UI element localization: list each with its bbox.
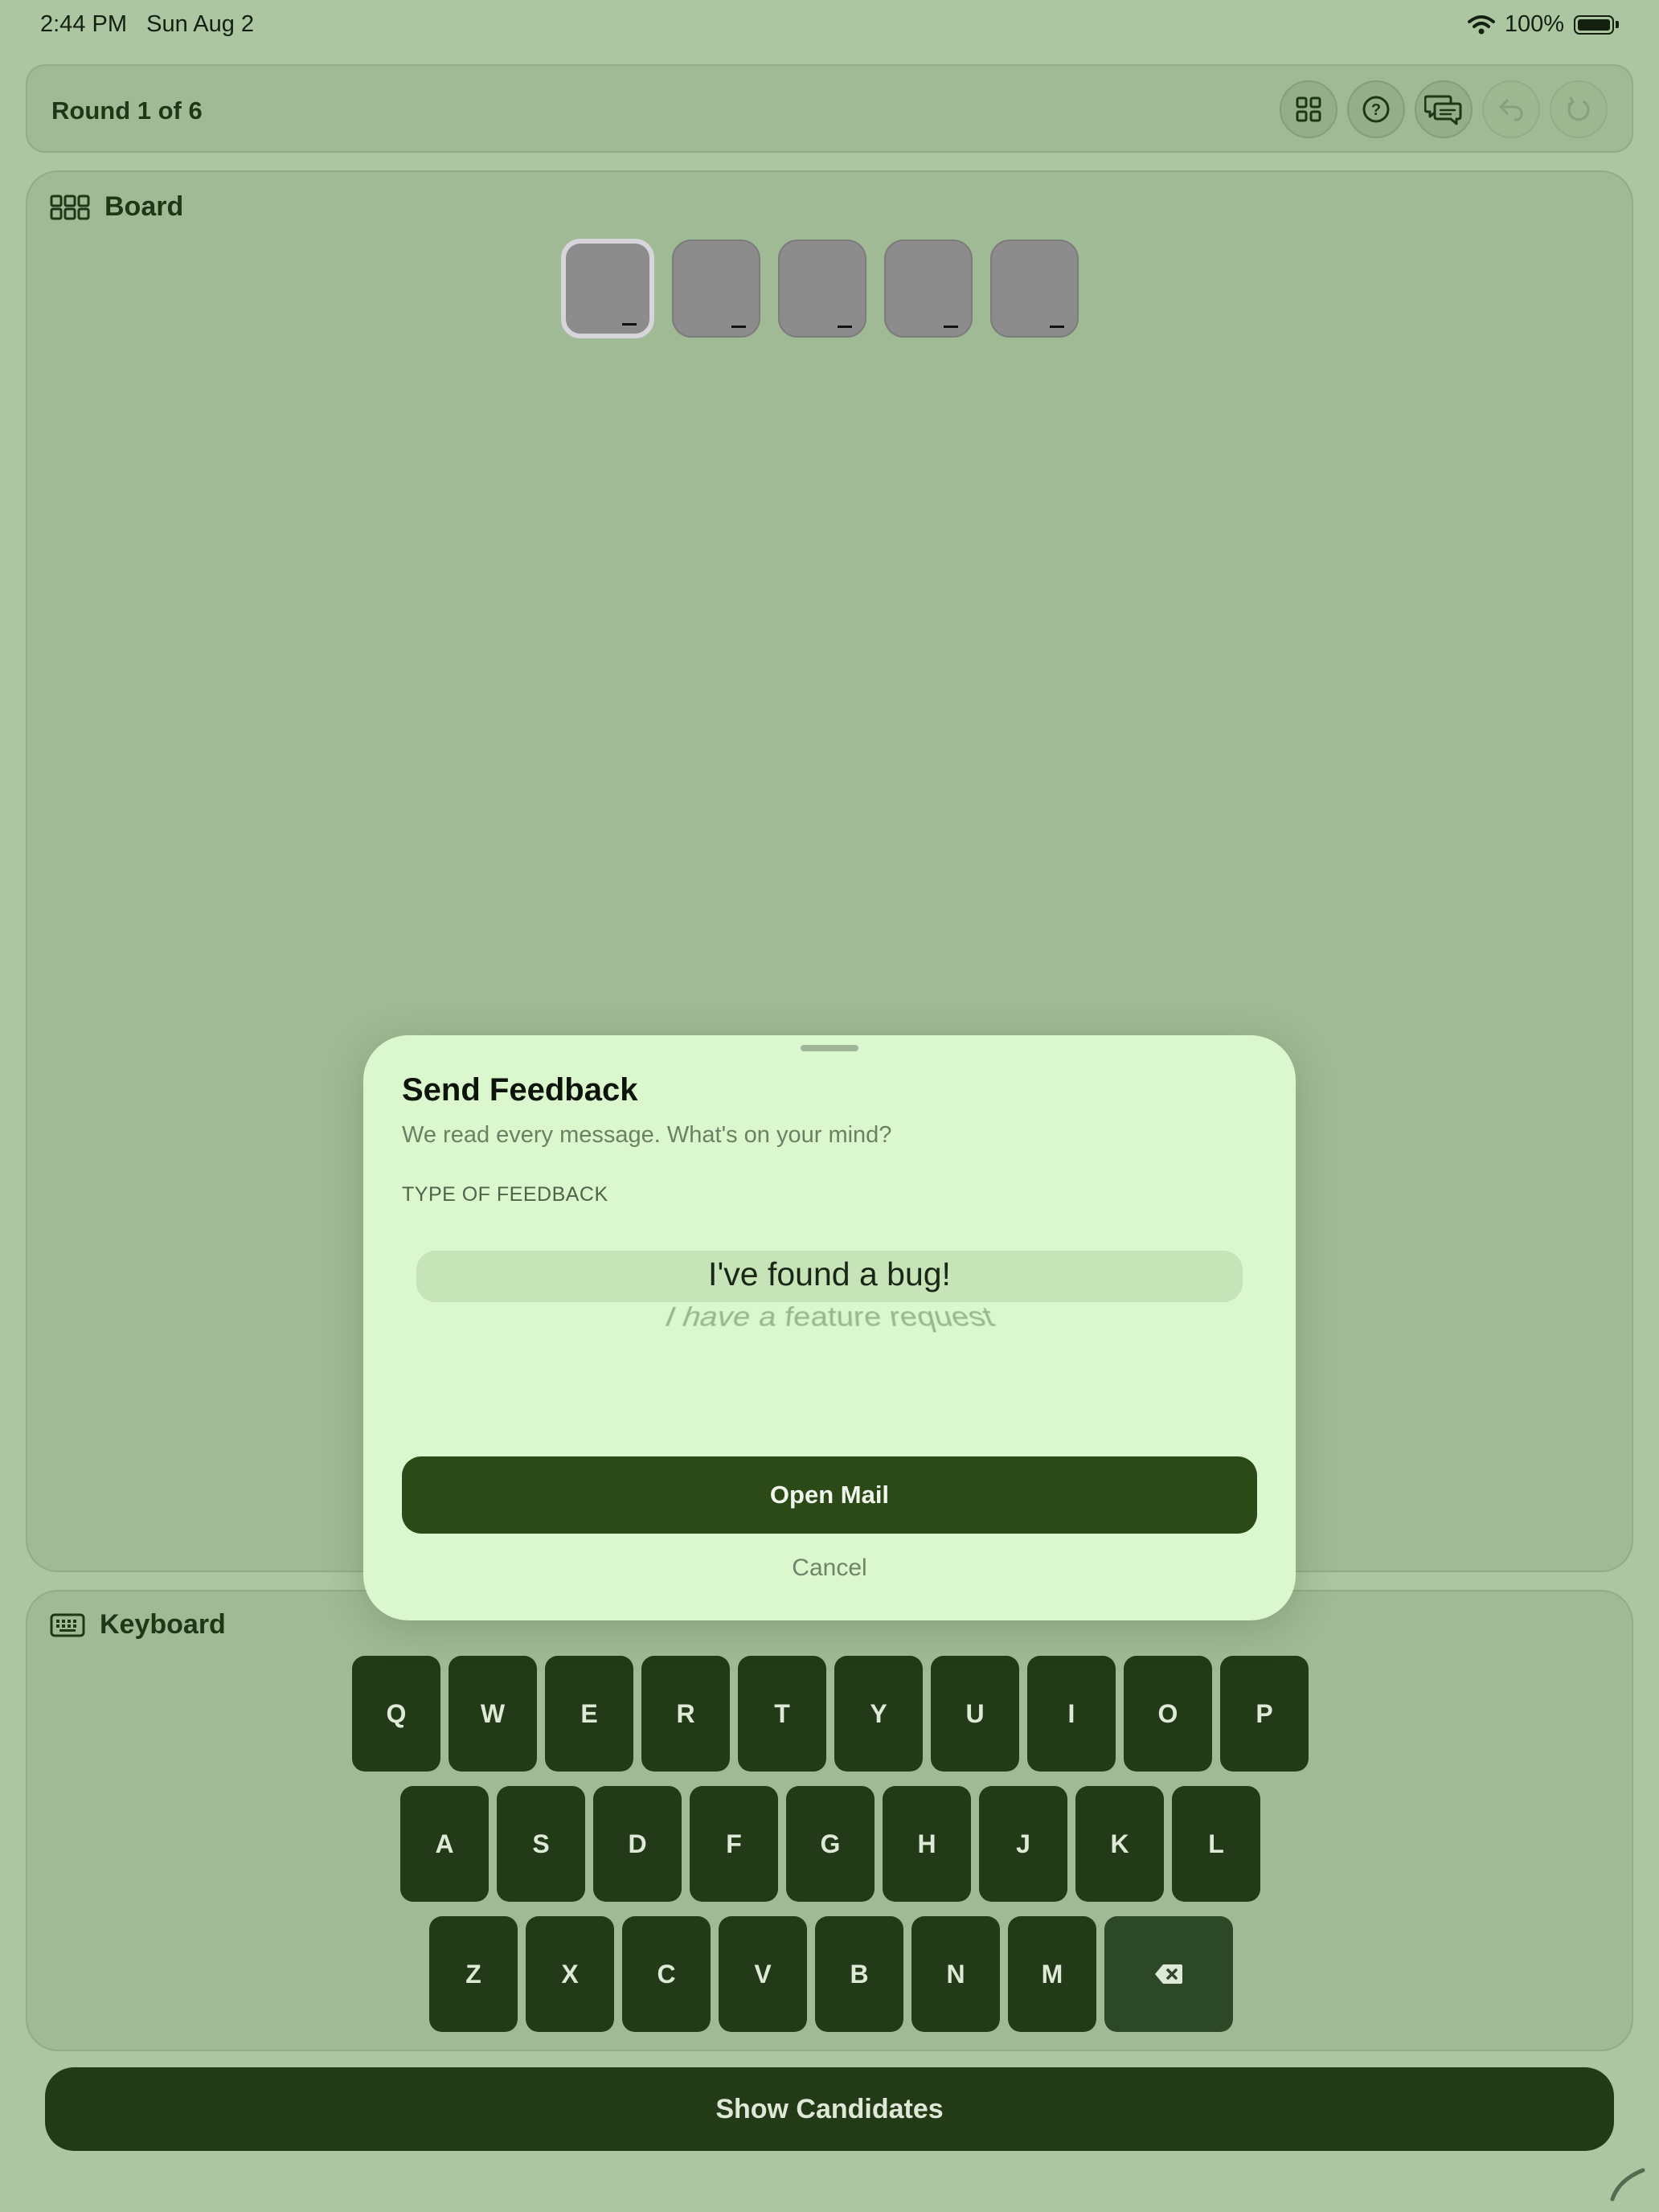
- status-bar: 2:44 PM Sun Aug 2 100%: [0, 0, 1659, 51]
- redo-icon: [1567, 96, 1590, 121]
- wifi-icon: [1467, 14, 1495, 34]
- key[interactable]: K: [1075, 1786, 1164, 1902]
- picker-option-feature[interactable]: I have a feature request: [402, 1302, 1257, 1333]
- letter-tile[interactable]: [778, 240, 866, 338]
- feedback-sheet: Send Feedback We read every message. Wha…: [363, 1035, 1296, 1620]
- key[interactable]: O: [1124, 1656, 1212, 1772]
- grid-icon: [1296, 96, 1321, 122]
- undo-button[interactable]: [1482, 80, 1540, 138]
- show-candidates-button[interactable]: Show Candidates: [45, 2067, 1614, 2151]
- key[interactable]: R: [641, 1656, 730, 1772]
- cursor-mark: [838, 326, 852, 328]
- key[interactable]: L: [1172, 1786, 1260, 1902]
- letter-tile[interactable]: [561, 239, 654, 338]
- feedback-button[interactable]: [1415, 80, 1473, 138]
- key[interactable]: F: [690, 1786, 778, 1902]
- key[interactable]: V: [719, 1916, 807, 2032]
- round-header: Round 1 of 6 ?: [26, 64, 1633, 153]
- sheet-title: Send Feedback: [402, 1072, 638, 1108]
- board-title: Board: [104, 191, 184, 222]
- cursor-mark: [622, 323, 637, 326]
- scroll-indicator-icon: [1610, 2168, 1645, 2202]
- keyboard-row-2: A S D F G H J K L: [400, 1786, 1260, 1902]
- keyboard-card: Keyboard Q W E R T Y U I O P A S D F G H…: [26, 1590, 1633, 2051]
- key[interactable]: S: [497, 1786, 585, 1902]
- key[interactable]: I: [1027, 1656, 1116, 1772]
- svg-text:?: ?: [1371, 101, 1381, 119]
- letter-tile[interactable]: [672, 240, 760, 338]
- key[interactable]: Q: [352, 1656, 440, 1772]
- picker-option-bug[interactable]: I've found a bug!: [402, 1256, 1257, 1293]
- key[interactable]: X: [526, 1916, 614, 2032]
- keyboard-row-1: Q W E R T Y U I O P: [352, 1656, 1309, 1772]
- redo-button[interactable]: [1550, 80, 1608, 138]
- cancel-button[interactable]: Cancel: [363, 1555, 1296, 1582]
- cursor-mark: [1050, 326, 1064, 328]
- key[interactable]: G: [786, 1786, 875, 1902]
- key[interactable]: W: [449, 1656, 537, 1772]
- status-indicators: 100%: [1467, 11, 1619, 38]
- sheet-grabber[interactable]: [801, 1045, 858, 1051]
- keyboard-row-3: Z X C V B N M: [429, 1916, 1233, 2032]
- key[interactable]: U: [931, 1656, 1019, 1772]
- key[interactable]: P: [1220, 1656, 1309, 1772]
- letter-tiles: [561, 239, 1079, 338]
- keyboard-header: Keyboard: [50, 1609, 226, 1641]
- keyboard-icon: [50, 1613, 85, 1636]
- round-label: Round 1 of 6: [51, 96, 203, 125]
- undo-icon: [1499, 99, 1523, 121]
- key[interactable]: C: [622, 1916, 711, 2032]
- help-icon: ?: [1362, 96, 1390, 123]
- grid-button[interactable]: [1280, 80, 1337, 138]
- feedback-icon: [1424, 95, 1462, 125]
- battery-percent: 100%: [1504, 11, 1564, 37]
- letter-tile[interactable]: [990, 240, 1079, 338]
- key[interactable]: D: [593, 1786, 682, 1902]
- cursor-mark: [944, 326, 958, 328]
- letter-tile[interactable]: [884, 240, 973, 338]
- keyboard-title: Keyboard: [100, 1609, 226, 1640]
- key[interactable]: A: [400, 1786, 489, 1902]
- key[interactable]: B: [815, 1916, 903, 2032]
- toolbar: ?: [1280, 80, 1608, 138]
- cursor-mark: [731, 326, 746, 328]
- board-header: Board: [50, 191, 183, 223]
- help-button[interactable]: ?: [1347, 80, 1405, 138]
- status-time-date: 2:44 PM Sun Aug 2: [40, 11, 255, 37]
- key[interactable]: T: [738, 1656, 826, 1772]
- feedback-type-label: TYPE OF FEEDBACK: [402, 1183, 608, 1206]
- key[interactable]: H: [883, 1786, 971, 1902]
- key[interactable]: J: [979, 1786, 1067, 1902]
- key[interactable]: E: [545, 1656, 633, 1772]
- key[interactable]: N: [911, 1916, 1000, 2032]
- key[interactable]: Z: [429, 1916, 518, 2032]
- sheet-subtitle: We read every message. What's on your mi…: [402, 1122, 892, 1148]
- open-mail-button[interactable]: Open Mail: [402, 1456, 1257, 1534]
- feedback-type-picker[interactable]: I've found a bug! I have a feature reque…: [402, 1251, 1257, 1387]
- battery-icon: [1574, 14, 1619, 35]
- board-grid-icon: [50, 195, 90, 219]
- key[interactable]: M: [1008, 1916, 1096, 2032]
- backspace-key[interactable]: [1104, 1916, 1233, 2032]
- key[interactable]: Y: [834, 1656, 923, 1772]
- backspace-icon: [1155, 1964, 1182, 1984]
